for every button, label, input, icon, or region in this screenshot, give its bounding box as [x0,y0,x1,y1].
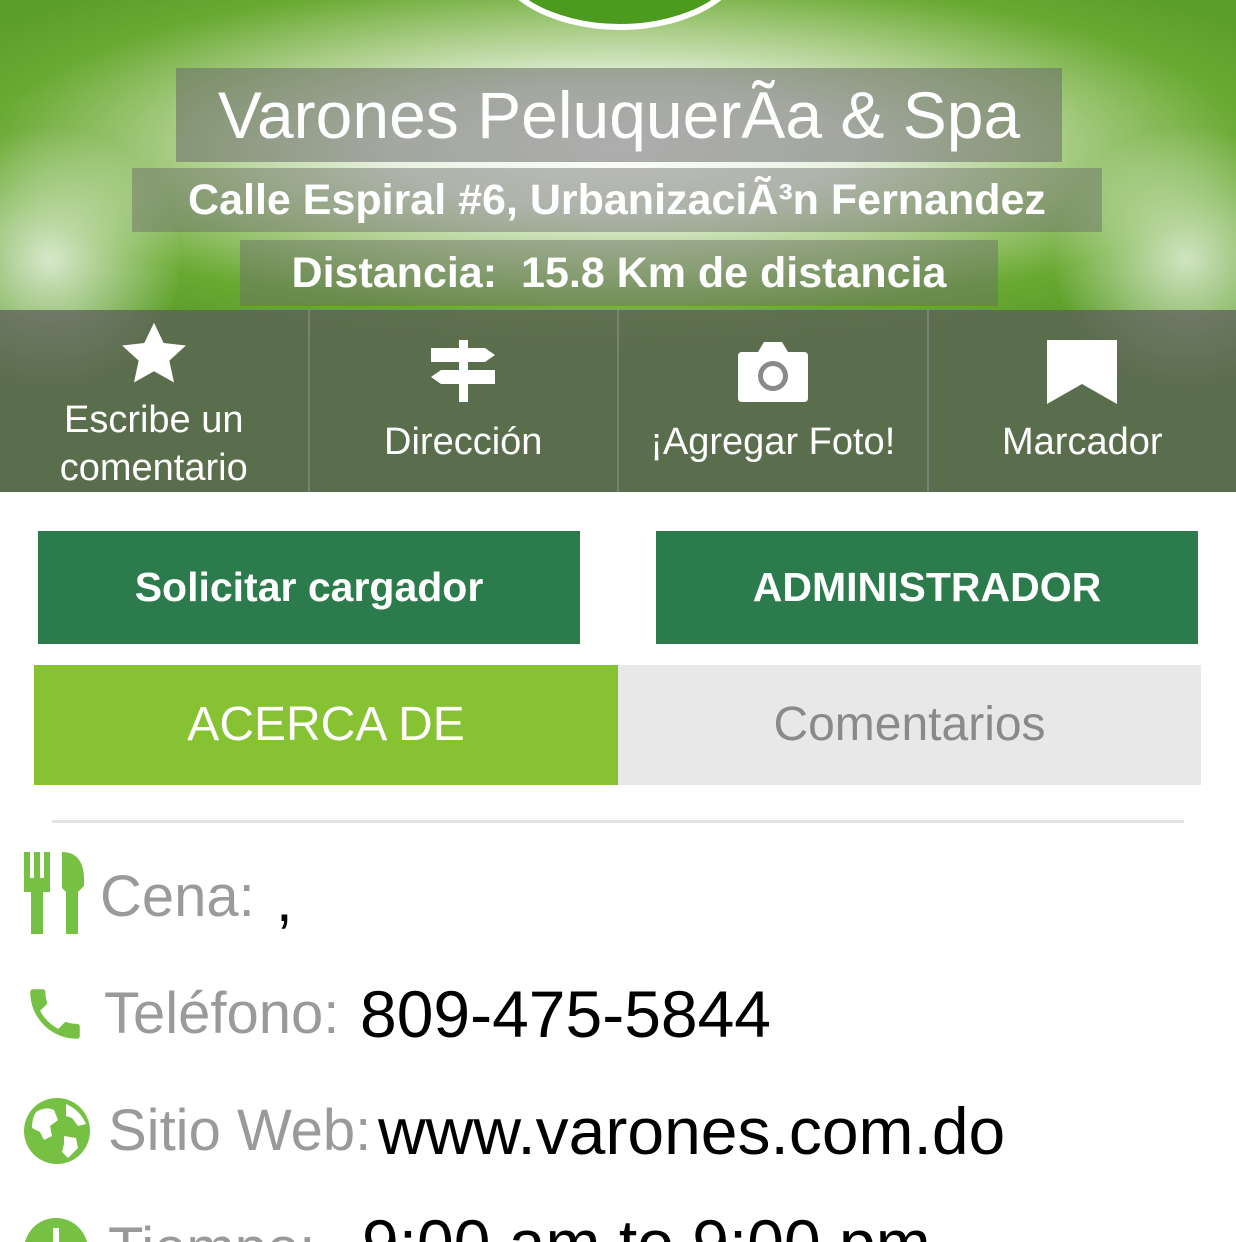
add-photo-action[interactable]: ¡Agregar Foto! [619,310,929,492]
request-charger-button[interactable]: Solicitar cargador [38,531,580,644]
phone-value[interactable]: 809-475-5844 [360,979,771,1049]
distance-label: Distancia: [291,249,498,297]
signpost-icon [431,340,496,402]
hours-value: 9:00 am to 9:00 pm [362,1208,931,1242]
bookmark-label: Marcador [1002,421,1163,463]
tab-bar: ACERCA DE Comentarios [34,665,1201,785]
business-logo [490,0,750,30]
business-title: Varones PeluquerÃa & Spa [176,68,1062,162]
write-review-action[interactable]: Escribe un comentario [0,310,310,492]
business-address: Calle Espiral #6, UrbanizaciÃ³n Fernande… [132,168,1102,232]
write-review-label: Escribe un comentario [0,396,308,492]
admin-button[interactable]: ADMINISTRADOR [656,531,1198,644]
dinner-value: , [276,867,293,934]
restaurant-icon [24,852,85,934]
dinner-label: Cena: [100,864,255,929]
website-label: Sitio Web: [108,1098,372,1163]
hours-label: Tiempo: [108,1214,315,1242]
business-distance: Distancia: 15.8 Km de distancia [240,240,998,306]
write-review-label-line2: comentario [59,447,248,489]
direction-label: Dirección [384,421,543,463]
bookmark-icon [1047,340,1118,404]
tab-about[interactable]: ACERCA DE [34,665,618,785]
bookmark-action[interactable]: Marcador [929,310,1236,492]
phone-icon [30,989,80,1039]
clock-icon [25,1218,87,1242]
globe-icon [24,1098,90,1164]
action-bar: Escribe un comentario Dirección ¡Agregar… [0,310,1236,492]
direction-action[interactable]: Dirección [310,310,619,492]
phone-label: Teléfono: [104,981,340,1046]
website-value[interactable]: www.varones.com.do [378,1096,1005,1166]
header-banner: Varones PeluquerÃa & Spa Calle Espiral #… [0,0,1236,492]
distance-value: 15.8 Km de distancia [521,249,947,297]
camera-icon [737,342,808,402]
write-review-label-line1: Escribe un [63,399,244,441]
star-icon [121,322,186,383]
tab-comments[interactable]: Comentarios [618,665,1201,785]
add-photo-label: ¡Agregar Foto! [650,421,896,463]
divider [52,820,1184,823]
